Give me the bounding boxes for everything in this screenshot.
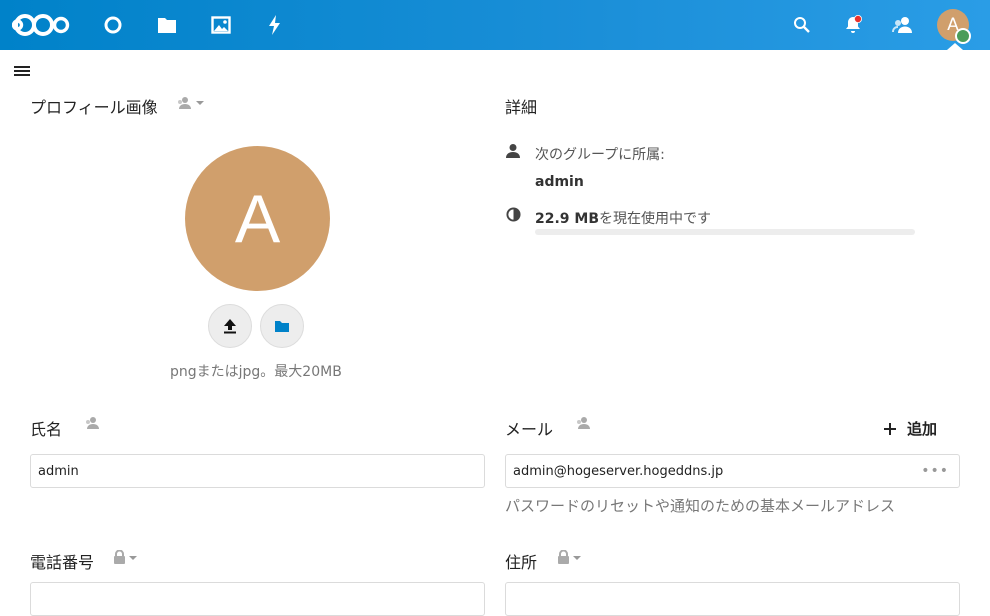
photos-icon[interactable] (208, 12, 234, 38)
lock-icon (114, 550, 125, 564)
top-header: A (0, 0, 990, 50)
details-title: 詳細 (505, 98, 538, 117)
chevron-down-icon (573, 555, 581, 560)
notifications-icon[interactable] (840, 12, 866, 38)
email-value: admin@hogeserver.hogeddns.jp (513, 463, 724, 479)
contacts-icon[interactable] (890, 12, 916, 38)
quota-icon-row (506, 207, 521, 222)
fullname-input[interactable]: admin (30, 454, 485, 488)
user-icon (506, 144, 520, 158)
add-email-label: 追加 (907, 420, 938, 438)
quota-progress-bar (535, 229, 915, 235)
add-email-button[interactable]: 追加 (883, 418, 937, 439)
quota-suffix: を現在使用中です (599, 211, 712, 227)
user-scope-icon (577, 417, 590, 429)
search-icon[interactable] (789, 12, 815, 38)
more-options-icon[interactable]: ••• (921, 463, 949, 479)
profile-avatar: A (185, 146, 330, 291)
activity-icon[interactable] (262, 12, 288, 38)
group-name: admin (535, 174, 584, 190)
email-scope-button[interactable] (576, 416, 592, 430)
phone-input[interactable] (30, 582, 485, 616)
menu-caret-icon (947, 43, 963, 50)
phone-scope-button[interactable] (113, 550, 137, 565)
profile-picture-title: プロフィール画像 (30, 98, 158, 117)
fullname-scope-button[interactable] (85, 416, 101, 430)
files-icon[interactable] (154, 12, 180, 38)
email-input[interactable]: admin@hogeserver.hogeddns.jp ••• (505, 454, 960, 488)
online-status-icon (955, 28, 971, 44)
nextcloud-logo[interactable] (12, 12, 74, 38)
profile-picture-scope-button[interactable] (177, 96, 204, 110)
address-input[interactable] (505, 582, 960, 616)
email-label: メール (505, 420, 554, 439)
fullname-label: 氏名 (30, 420, 63, 439)
address-label: 住所 (505, 553, 538, 572)
hamburger-menu-icon[interactable] (14, 64, 30, 80)
user-scope-icon (86, 417, 99, 429)
email-help-text: パスワードのリセットや通知のための基本メールアドレス (505, 497, 896, 515)
lock-icon (558, 550, 569, 564)
plus-icon (884, 422, 896, 435)
folder-icon (275, 321, 289, 332)
quota-text: 22.9 MBを現在使用中です (535, 208, 711, 228)
user-scope-icon (178, 97, 191, 109)
quota-value: 22.9 MB (535, 211, 600, 227)
choose-avatar-from-files-button[interactable] (260, 304, 304, 348)
groups-row (506, 143, 520, 159)
groups-label: 次のグループに所属: (535, 147, 665, 163)
chevron-down-icon (129, 555, 137, 560)
address-scope-button[interactable] (557, 550, 581, 565)
upload-icon (224, 319, 236, 334)
avatar-file-hint: pngまたはjpg。最大20MB (170, 364, 342, 380)
chevron-down-icon (196, 101, 204, 105)
dashboard-icon[interactable] (100, 12, 126, 38)
quota-pie-icon (506, 207, 521, 222)
upload-avatar-button[interactable] (208, 304, 252, 348)
phone-label: 電話番号 (30, 553, 95, 572)
